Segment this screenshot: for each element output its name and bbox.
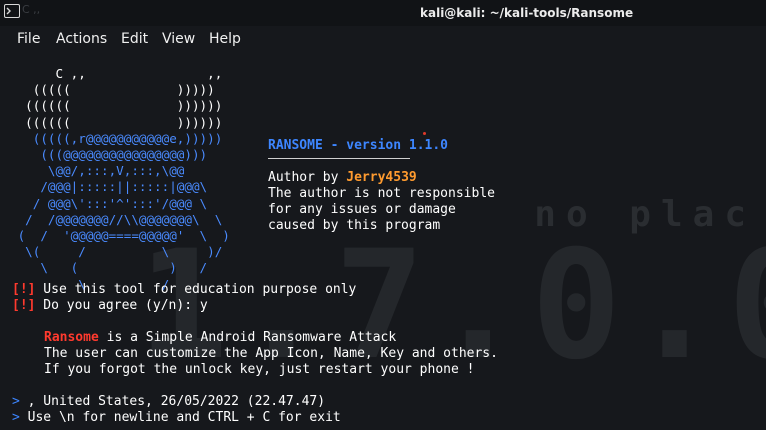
version-header: RANSOME - version 1.1.0 (268, 138, 449, 153)
description-line-3: If you forgot the unlock key, just resta… (44, 362, 475, 377)
disclaimer-line-3: caused by this program (268, 218, 441, 233)
author-line: Author by Jerry4539 (268, 170, 417, 185)
menu-help[interactable]: Help (209, 31, 241, 47)
output-line-1: > , United States, 26/05/2022 (22.47.47) (12, 394, 326, 409)
terminal-output[interactable]: 1.7.0.0 no plac C ,, ,, ((((( ))))) ((((… (0, 54, 766, 430)
red-dot (423, 132, 426, 135)
menu-bar: File Actions Edit View Help (0, 26, 766, 54)
title-bar: C ,, kali@kali: ~/kali-tools/Ransome (0, 0, 766, 26)
prompt-symbol: > (12, 410, 20, 425)
header-divider (268, 158, 410, 159)
warning-tag: [!] (12, 298, 36, 313)
menu-edit[interactable]: Edit (121, 31, 148, 47)
ascii-art-logo: C ,, ,, ((((( ))))) (((((( )))))) ((((((… (10, 66, 230, 292)
prompt-symbol: > (12, 394, 20, 409)
warning-tag: [!] (12, 282, 36, 297)
menu-actions[interactable]: Actions (56, 31, 107, 47)
menu-view[interactable]: View (162, 31, 195, 47)
warning-line-2: [!] Do you agree (y/n): y (12, 298, 208, 313)
output-line-2: > Use \n for newline and CTRL + C for ex… (12, 410, 341, 425)
terminal-window: C ,, kali@kali: ~/kali-tools/Ransome Fil… (0, 0, 766, 430)
menu-file[interactable]: File (17, 31, 40, 47)
background-watermark-text: no plac (534, 194, 756, 235)
disclaimer-line-1: The author is not responsible (268, 186, 495, 201)
author-name: Jerry4539 (346, 170, 417, 185)
disclaimer-line-2: for any issues or damage (268, 202, 456, 217)
description-line-1: Ransome is a Simple Android Ransomware A… (44, 330, 397, 345)
description-line-2: The user can customize the App Icon, Nam… (44, 346, 498, 361)
window-title: kali@kali: ~/kali-tools/Ransome (420, 6, 634, 20)
tool-name: Ransome (44, 330, 99, 345)
warning-line-1: [!] Use this tool for education purpose … (12, 282, 357, 297)
